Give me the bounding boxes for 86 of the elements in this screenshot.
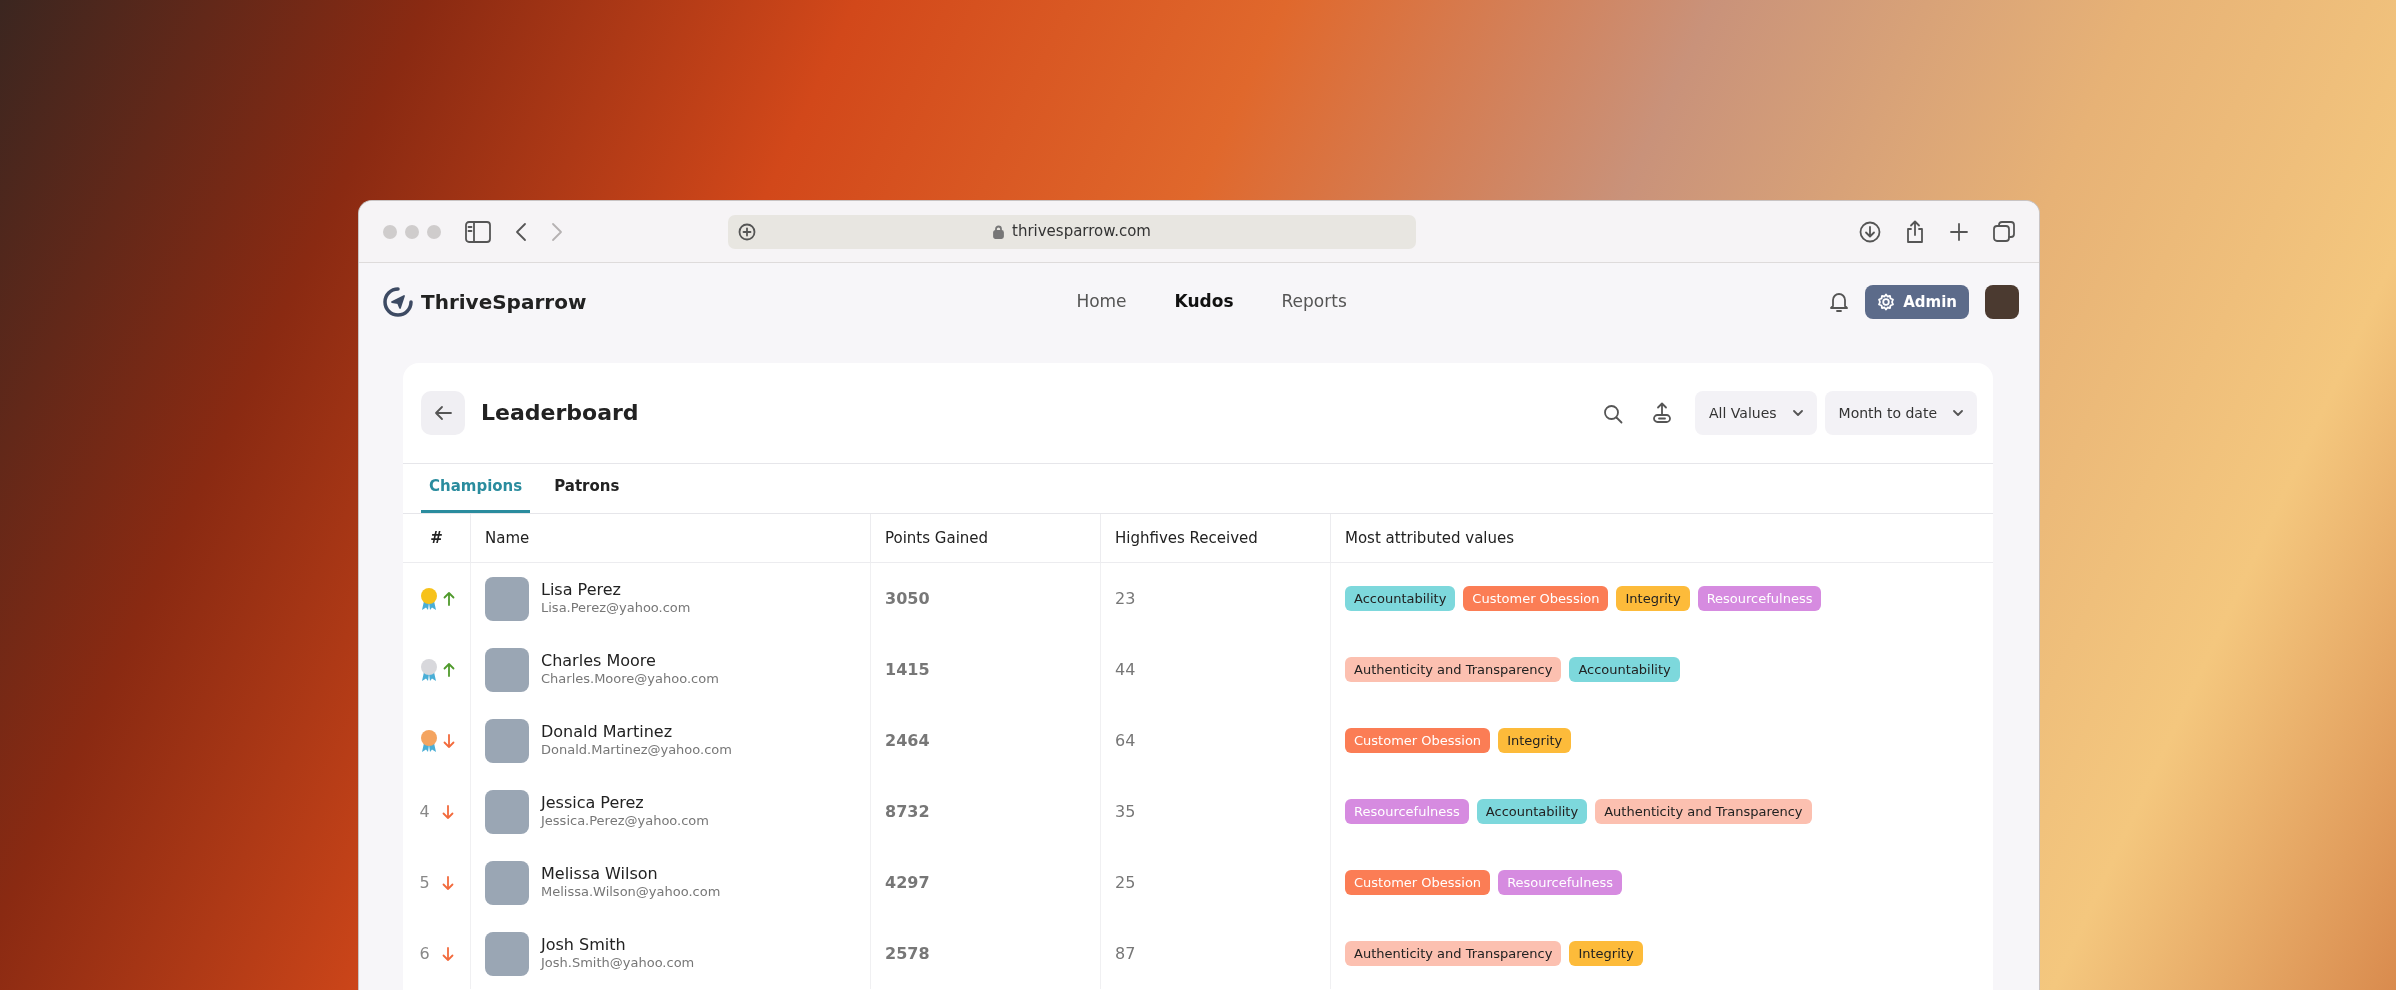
person-email: Josh.Smith@yahoo.com: [541, 954, 695, 972]
column-header: Most attributed values: [1345, 527, 1515, 549]
points-value: 1415: [885, 658, 930, 681]
points-value: 2578: [885, 942, 930, 965]
plus-icon[interactable]: [1949, 221, 1969, 242]
window-control-dot[interactable]: [427, 224, 441, 239]
person-email: Jessica.Perez@yahoo.com: [541, 812, 709, 830]
window-control-dot[interactable]: [383, 224, 397, 239]
plus-circle-icon[interactable]: [738, 222, 756, 241]
brand-name: ThriveSparrow: [421, 289, 587, 316]
arrow-left-icon: [434, 405, 452, 421]
person-name: Charles Moore: [541, 651, 657, 671]
person-email: Charles.Moore@yahoo.com: [541, 670, 719, 688]
window-control-dot[interactable]: [405, 224, 419, 239]
points-value: 3050: [885, 587, 930, 610]
photo-placeholder: [485, 860, 529, 905]
value-tag: Authenticity and Transparency: [1345, 940, 1562, 967]
person-name: Josh Smith: [541, 935, 627, 955]
sparrow-logo-icon: [383, 287, 413, 317]
download-icon[interactable]: [1859, 220, 1881, 243]
value-tag: Authenticity and Transparency: [1595, 798, 1812, 825]
highfives-count: 87: [1115, 942, 1136, 965]
page-title: Leaderboard: [481, 399, 639, 427]
points-value: 8732: [885, 800, 930, 823]
value-tag: Accountability: [1569, 656, 1680, 683]
url-text: thrivesparrow.com: [1012, 221, 1151, 243]
address-bar[interactable]: thrivesparrow.com: [728, 214, 1416, 249]
back-icon[interactable]: [515, 221, 527, 242]
upload-tray-icon: [1651, 402, 1674, 424]
highfives-count: 44: [1115, 658, 1136, 681]
highfives-count: 25: [1115, 871, 1136, 894]
photo-placeholder: [485, 931, 529, 976]
value-tag: Authenticity and Transparency: [1345, 656, 1562, 683]
photo-placeholder: [485, 647, 529, 692]
highfives-count: 35: [1115, 800, 1136, 823]
tab[interactable]: Patrons: [546, 463, 628, 513]
person-name: Jessica Perez: [541, 793, 645, 813]
rank-number: 6: [419, 942, 430, 965]
gear-icon: [1877, 293, 1896, 311]
column-header: Name: [485, 527, 530, 549]
chevron-down-icon: [1953, 410, 1963, 416]
value-tag: Resourcefulness: [1498, 869, 1622, 896]
column-header: Highfives Received: [1115, 527, 1258, 549]
person-name: Donald Martinez: [541, 722, 674, 742]
person-name: Lisa Perez: [541, 580, 622, 600]
points-value: 4297: [885, 871, 930, 894]
value-tag: Integrity: [1616, 585, 1690, 612]
lock-icon: [993, 224, 1004, 239]
person-email: Donald.Martinez@yahoo.com: [541, 741, 732, 759]
value-tag: Customer Obession: [1345, 869, 1491, 896]
value-tag: Resourcefulness: [1345, 798, 1469, 825]
chevron-down-icon: [1792, 410, 1803, 416]
rank-number: 5: [419, 871, 430, 894]
bell-icon[interactable]: [1829, 291, 1850, 313]
avatar-placeholder[interactable]: [1985, 285, 2019, 319]
photo-placeholder: [485, 718, 529, 763]
points-value: 2464: [885, 729, 930, 752]
nav-link[interactable]: Home: [1076, 289, 1127, 315]
filter-dropdown[interactable]: Month to date: [1824, 391, 1977, 435]
person-email: Melissa.Wilson@yahoo.com: [541, 883, 721, 901]
nav-link[interactable]: Kudos: [1174, 289, 1234, 315]
column-header: Points Gained: [885, 527, 989, 549]
nav-link[interactable]: Reports: [1281, 289, 1347, 315]
person-name: Melissa Wilson: [541, 864, 659, 884]
value-tag: Integrity: [1498, 727, 1572, 754]
value-tag: Accountability: [1345, 585, 1456, 612]
rank-number: 4: [419, 800, 430, 823]
search-icon: [1603, 403, 1624, 424]
photo-placeholder: [485, 576, 529, 621]
tab[interactable]: Champions: [421, 463, 531, 513]
back-button[interactable]: [421, 391, 465, 435]
share-icon[interactable]: [1905, 219, 1925, 244]
highfives-count: 64: [1115, 729, 1136, 752]
tabs-icon[interactable]: [1993, 220, 2015, 243]
column-header: #: [430, 527, 443, 549]
filter-dropdown[interactable]: All Values: [1695, 391, 1817, 435]
value-tag: Customer Obession: [1345, 727, 1491, 754]
highfives-count: 23: [1115, 587, 1136, 610]
photo-placeholder: [485, 789, 529, 834]
value-tag: Integrity: [1569, 940, 1643, 967]
value-tag: Accountability: [1476, 798, 1588, 825]
value-tag: Resourcefulness: [1697, 585, 1822, 612]
sidebar-icon[interactable]: [465, 220, 491, 243]
admin-button[interactable]: Admin: [1865, 285, 1969, 319]
person-email: Lisa.Perez@yahoo.com: [541, 599, 691, 617]
value-tag: Customer Obession: [1463, 585, 1609, 612]
